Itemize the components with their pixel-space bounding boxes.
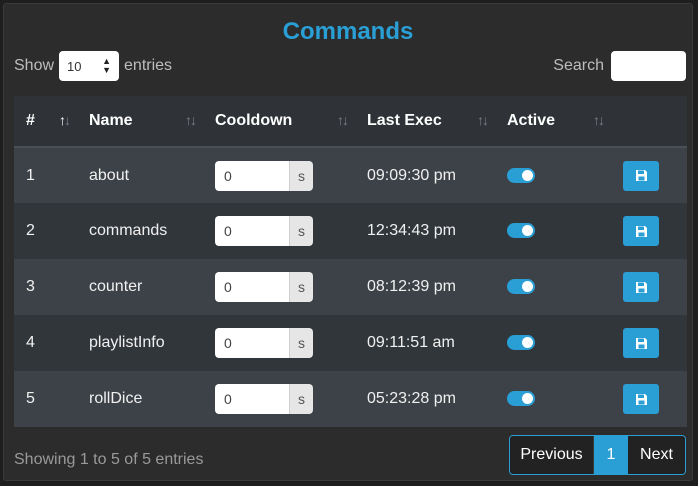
active-toggle[interactable] [507,167,535,183]
save-button[interactable] [623,384,659,414]
cooldown-input-group[interactable]: 0s [215,160,313,191]
floppy-disk-icon [635,281,647,293]
search-input[interactable] [611,51,686,81]
entries-select-value: 10 [67,58,82,74]
save-button[interactable] [623,272,659,302]
cooldown-input[interactable]: 0 [215,272,289,302]
active-toggle[interactable] [507,223,535,239]
floppy-disk-icon [635,393,647,405]
sort-icon: ↑↓ [477,112,489,128]
search-control: Search [553,50,686,82]
last-exec: 09:09:30 pm [367,166,456,184]
cooldown-unit: s [289,272,313,302]
search-label: Search [553,57,604,74]
last-exec: 05:23:28 pm [367,390,456,407]
cooldown-unit: s [289,328,313,358]
command-name: rollDice [89,390,143,407]
column-header-last-exec[interactable]: Last Exec ↑↓ [355,96,495,148]
sort-icon: ↑↓ [593,112,605,128]
cooldown-unit: s [289,216,313,246]
row-number: 1 [26,166,35,184]
command-name: playlistInfo [89,334,165,351]
cooldown-unit: s [289,160,313,191]
table-header-row: # ↑↓ Name ↑↓ Cooldown ↑↓ Last Exec ↑↓ Ac… [14,96,687,148]
pagination: Previous 1 Next [509,435,686,475]
page-title: Commands [282,18,414,45]
floppy-disk-icon [635,170,647,181]
cooldown-input-group[interactable]: 0s [215,272,313,302]
column-header-name[interactable]: Name ↑↓ [77,96,203,148]
commands-table: # ↑↓ Name ↑↓ Cooldown ↑↓ Last Exec ↑↓ Ac… [14,96,687,427]
column-header-cooldown[interactable]: Cooldown ↑↓ [203,96,355,148]
active-toggle[interactable] [507,391,535,407]
sort-icon: ↑↓ [59,112,71,128]
cooldown-input-group[interactable]: 0s [215,384,313,414]
commands-panel: Commands Show 10 ▲ ▼ entries Search # ↑↓ … [3,3,693,481]
command-name: about [89,166,130,184]
table-row: 2 commands 0s 12:34:43 pm [14,203,687,259]
column-header-actions [611,96,687,148]
cooldown-unit: s [289,384,313,414]
table-row: 1 about 0s 09:09:30 pm [14,147,687,203]
table-row: 5 rollDice 0s 05:23:28 pm [14,371,687,427]
show-label: Show [14,57,55,74]
previous-page-button[interactable]: Previous [510,436,594,474]
row-number: 4 [26,334,35,351]
row-number: 3 [26,278,35,295]
next-page-button[interactable]: Next [628,436,685,474]
cooldown-input-group[interactable]: 0s [215,216,313,246]
cooldown-input[interactable]: 0 [215,328,289,358]
last-exec: 08:12:39 pm [367,278,456,295]
table-row: 3 counter 0s 08:12:39 pm [14,259,687,315]
save-button[interactable] [623,328,659,358]
save-button[interactable] [623,216,659,246]
column-header-number[interactable]: # ↑↓ [14,96,77,148]
cooldown-input[interactable]: 0 [215,384,289,414]
cooldown-input[interactable]: 0 [215,160,289,191]
sort-icon: ↑↓ [185,112,197,128]
cooldown-input[interactable]: 0 [215,216,289,246]
length-control: Show 10 ▲ ▼ entries [14,50,172,82]
row-number: 2 [26,222,35,239]
command-name: commands [89,222,168,239]
active-toggle[interactable] [507,279,535,295]
command-name: counter [89,278,143,295]
row-number: 5 [26,390,35,407]
page-1-button[interactable]: 1 [594,436,628,474]
save-button[interactable] [623,160,659,191]
select-arrows-icon: ▲ ▼ [102,56,112,75]
table-row: 4 playlistInfo 0s 09:11:51 am [14,315,687,371]
entries-label: entries [124,57,173,74]
cooldown-input-group[interactable]: 0s [215,328,313,358]
sort-icon: ↑↓ [337,112,349,128]
last-exec: 12:34:43 pm [367,222,456,239]
floppy-disk-icon [635,225,647,237]
floppy-disk-icon [635,337,647,349]
last-exec: 09:11:51 am [367,334,455,351]
table-info: Showing 1 to 5 of 5 entries [14,451,204,468]
active-toggle[interactable] [507,335,535,351]
column-header-active[interactable]: Active ↑↓ [495,96,611,148]
entries-select[interactable]: 10 ▲ ▼ [59,51,120,81]
